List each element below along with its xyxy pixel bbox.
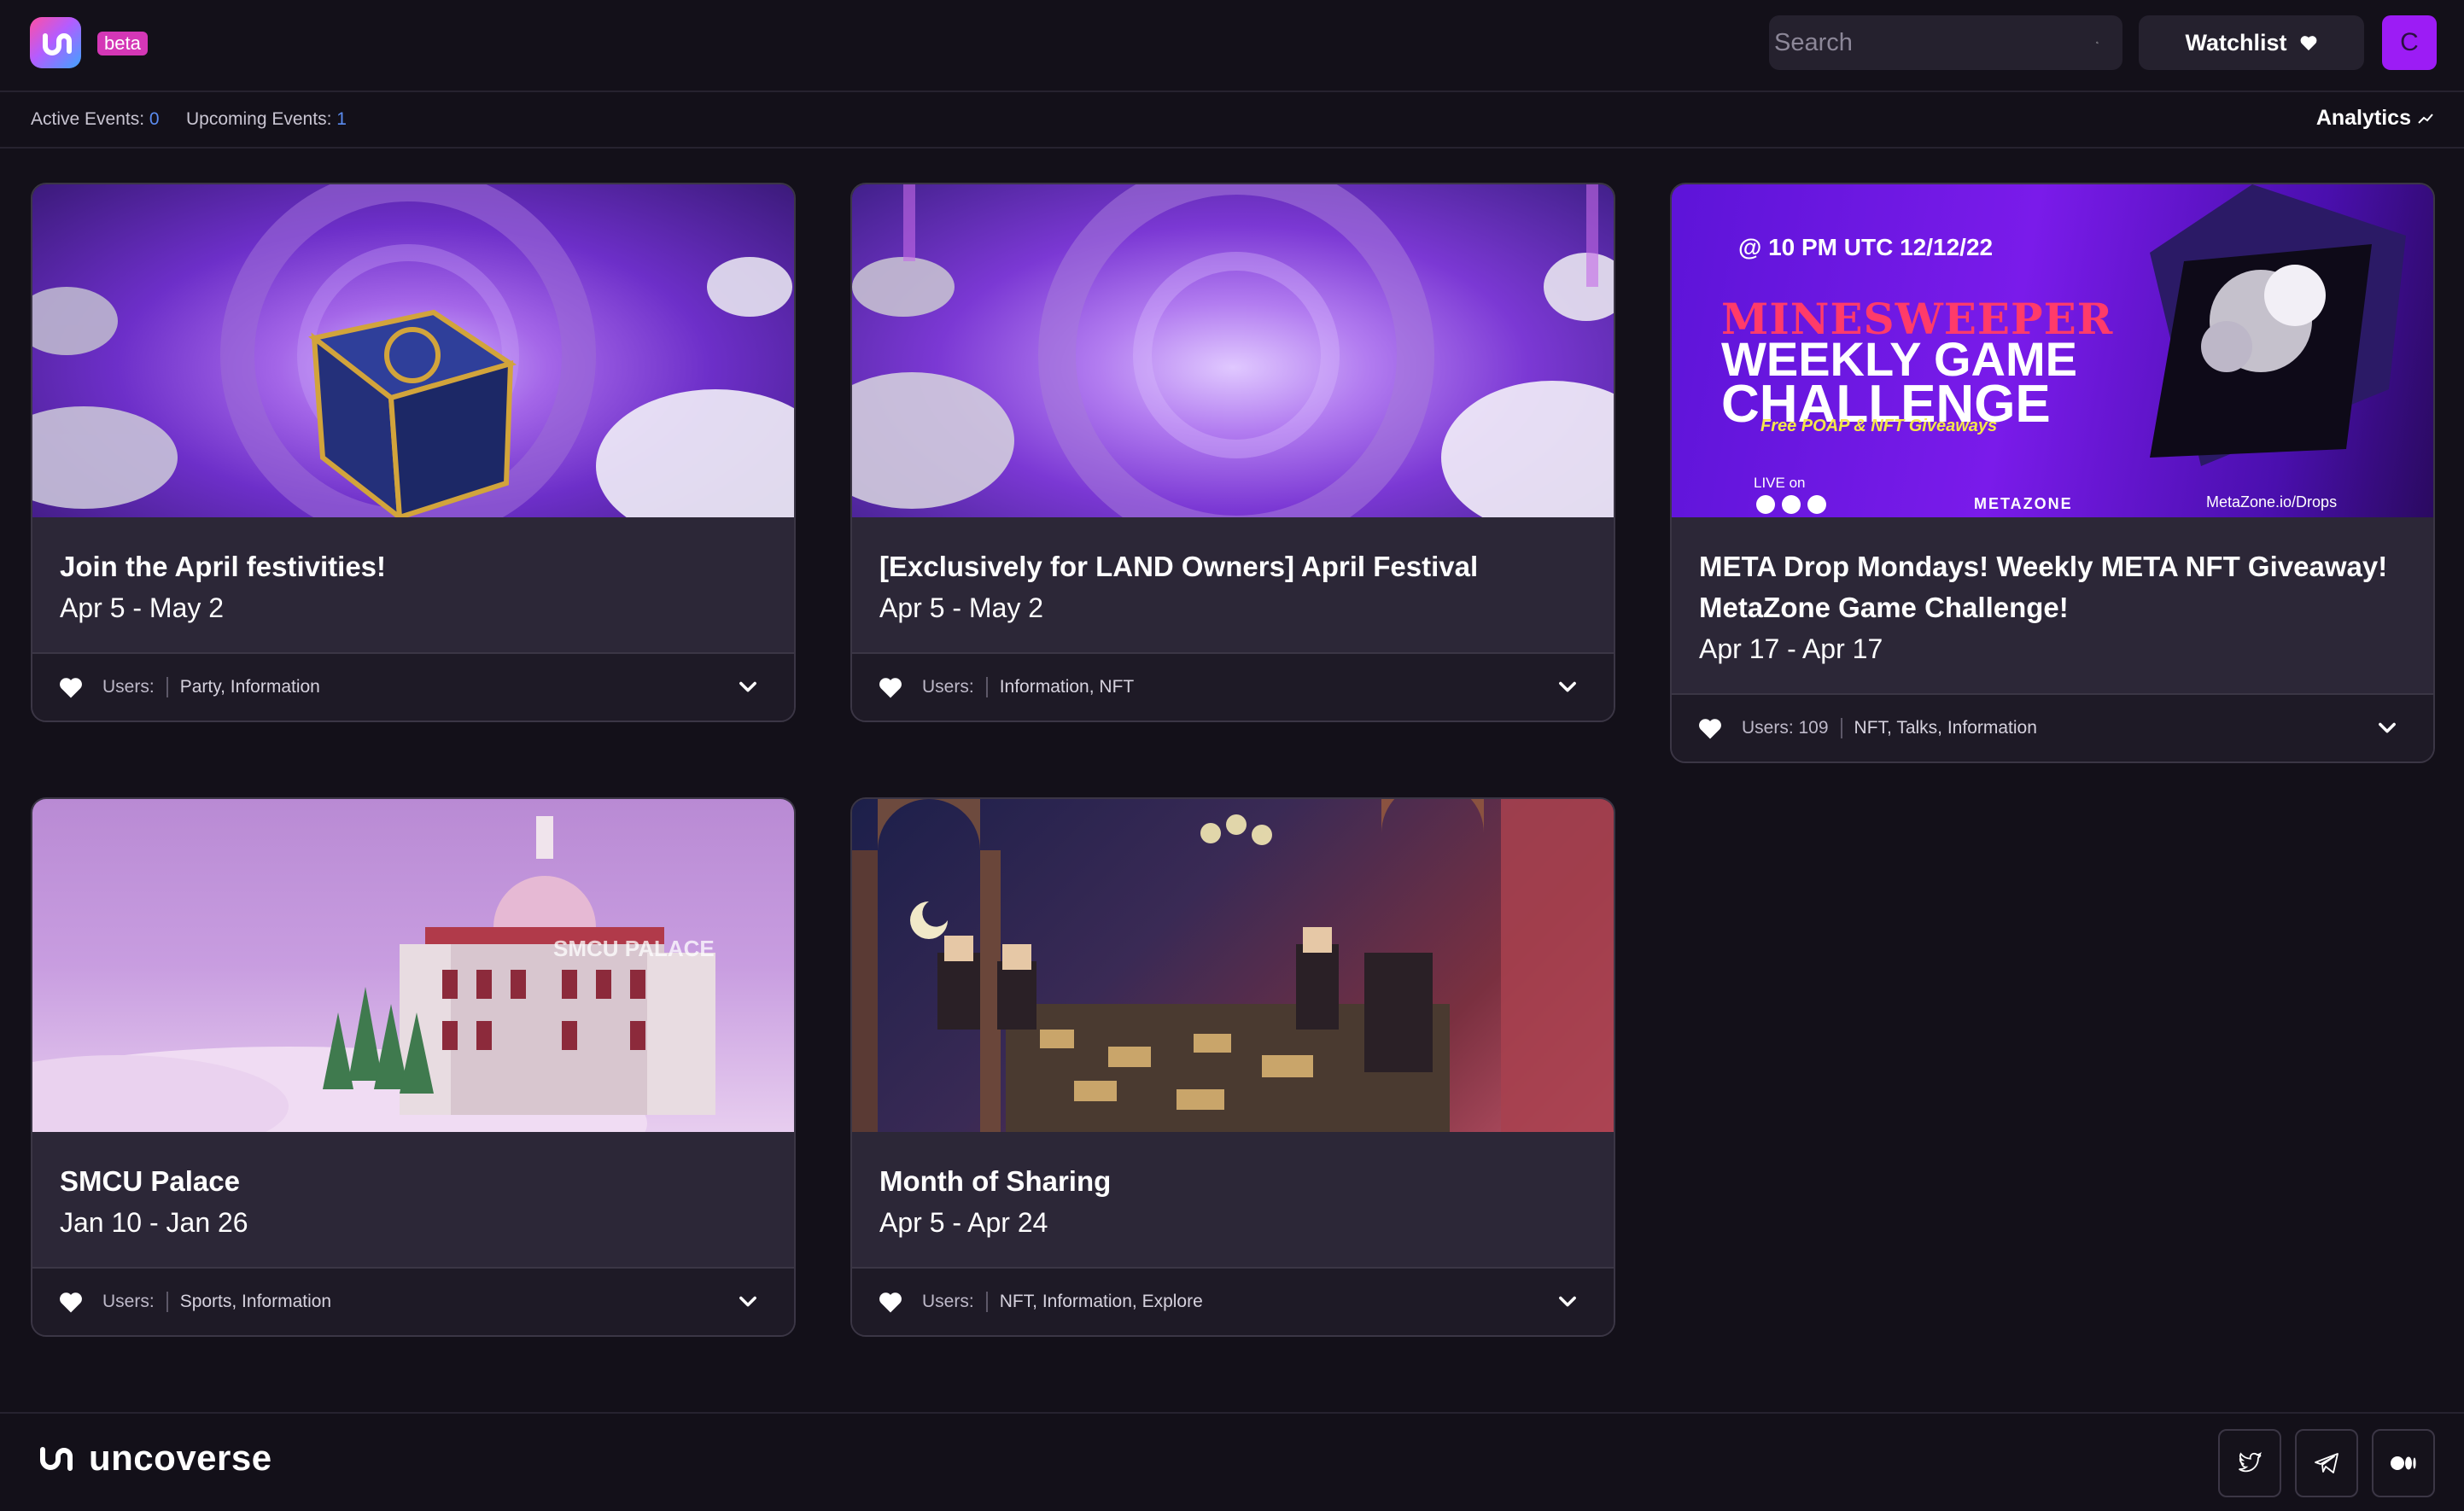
footer-brand[interactable]: uncoverse: [39, 1438, 272, 1479]
top-header: beta Watchlist C: [0, 0, 2464, 92]
watchlist-label: Watchlist: [2185, 29, 2287, 55]
event-footer: Users: Party, Information: [32, 652, 794, 720]
event-thumbnail[interactable]: SMCU PALACE: [32, 799, 794, 1132]
divider: [166, 1292, 168, 1312]
event-users: Users:: [922, 677, 974, 697]
divider: [985, 677, 988, 697]
chevron-down-icon[interactable]: [736, 1289, 760, 1313]
feast-hall-image: [852, 799, 1614, 1132]
event-dates: Apr 5 - May 2: [60, 592, 225, 623]
event-body: SMCU Palace Jan 10 - Jan 26: [32, 1132, 794, 1267]
medium-button[interactable]: [2372, 1429, 2435, 1497]
event-body: META Drop Mondays! Weekly META NFT Givea…: [1672, 517, 2433, 693]
search-icon[interactable]: [2096, 32, 2099, 54]
analytics-link[interactable]: Analytics: [2316, 106, 2433, 131]
palace-image: [32, 816, 715, 1132]
logo-icon: [43, 33, 72, 55]
banner-time: @ 10 PM UTC 12/12/22: [1738, 234, 1994, 260]
brand-name: uncoverse: [89, 1438, 272, 1478]
telegram-icon: [2315, 1453, 2338, 1473]
medium-icon: [2391, 1456, 2416, 1470]
banner-brand: METAZONE: [1974, 495, 2073, 512]
trend-icon: [2418, 113, 2433, 124]
chevron-down-icon[interactable]: [2375, 715, 2399, 739]
search-input[interactable]: [1774, 28, 2096, 57]
watchlist-button[interactable]: Watchlist: [2139, 15, 2364, 70]
event-footer: Users: 109 NFT, Talks, Information: [1672, 693, 2433, 761]
upcoming-events-label: Upcoming Events:: [186, 109, 332, 129]
event-title[interactable]: Month of Sharing: [879, 1161, 1586, 1202]
active-events-label: Active Events:: [31, 109, 145, 129]
twitter-button[interactable]: [2218, 1429, 2281, 1497]
event-body: [Exclusively for LAND Owners] April Fest…: [852, 517, 1614, 652]
event-card[interactable]: Join the April festivities! Apr 5 - May …: [31, 183, 796, 722]
event-card[interactable]: Month of Sharing Apr 5 - Apr 24 Users: N…: [850, 797, 1615, 1337]
event-users: Users:: [922, 1292, 974, 1311]
event-card[interactable]: [Exclusively for LAND Owners] April Fest…: [850, 183, 1615, 722]
chevron-down-icon[interactable]: [1556, 674, 1579, 698]
event-body: Join the April festivities! Apr 5 - May …: [32, 517, 794, 652]
event-title[interactable]: [Exclusively for LAND Owners] April Fest…: [879, 546, 1586, 587]
heart-icon[interactable]: [878, 1290, 903, 1314]
heart-icon: [2300, 36, 2316, 51]
events-stats-bar: Active Events: 0 Upcoming Events: 1 Anal…: [0, 92, 2464, 149]
beta-badge: beta: [97, 32, 148, 55]
event-tags: Sports, Information: [179, 1292, 332, 1311]
event-dates: Apr 5 - Apr 24: [879, 1207, 1048, 1238]
event-tags: NFT, Talks, Information: [1854, 718, 2037, 738]
event-thumbnail[interactable]: [32, 184, 794, 517]
upcoming-events-count: 1: [336, 109, 347, 129]
festival-portal-image: [852, 184, 1614, 517]
event-title[interactable]: SMCU Palace: [60, 1161, 767, 1202]
heart-icon[interactable]: [1697, 716, 1723, 740]
event-card[interactable]: @ 10 PM UTC 12/12/22 MINESWEEPER WEEKLY …: [1670, 183, 2435, 763]
event-users: Users:: [102, 1292, 155, 1311]
active-events-count: 0: [149, 109, 160, 129]
analytics-label: Analytics: [2315, 106, 2411, 130]
banner-sub: Free POAP & NFT Giveaways: [1760, 417, 1998, 435]
festival-portal-image: [32, 184, 794, 517]
heart-icon[interactable]: [878, 675, 903, 699]
twitter-icon: [2239, 1452, 2262, 1473]
user-avatar[interactable]: C: [2382, 15, 2437, 70]
palace-banner-text: SMCU PALACE: [553, 936, 715, 961]
brand-logo-icon: [40, 1447, 73, 1471]
telegram-button[interactable]: [2295, 1429, 2358, 1497]
event-tags: Information, NFT: [999, 677, 1135, 697]
event-title[interactable]: META Drop Mondays! Weekly META NFT Givea…: [1699, 546, 2406, 628]
app-logo[interactable]: [30, 17, 81, 68]
event-card[interactable]: SMCU PALACE SMCU Palace Jan 10 - Jan 26 …: [31, 797, 796, 1337]
chevron-down-icon[interactable]: [736, 674, 760, 698]
event-thumbnail[interactable]: @ 10 PM UTC 12/12/22 MINESWEEPER WEEKLY …: [1672, 184, 2433, 517]
active-events-stat: Active Events: 0: [31, 109, 160, 130]
page-footer: uncoverse: [0, 1412, 2464, 1511]
event-users: Users: 109: [1742, 718, 1829, 738]
banner-url: MetaZone.io/Drops: [2206, 493, 2338, 510]
event-footer: Users: NFT, Information, Explore: [852, 1267, 1614, 1335]
event-thumbnail[interactable]: [852, 184, 1614, 517]
upcoming-events-stat: Upcoming Events: 1: [186, 109, 347, 130]
search-box[interactable]: [1769, 15, 2122, 70]
event-thumbnail[interactable]: [852, 799, 1614, 1132]
chevron-down-icon[interactable]: [1556, 1289, 1579, 1313]
banner-live: LIVE on: [1754, 475, 1806, 491]
event-users: Users:: [102, 677, 155, 697]
divider: [166, 677, 168, 697]
event-dates: Apr 17 - Apr 17: [1699, 633, 1883, 664]
event-dates: Apr 5 - May 2: [879, 592, 1044, 623]
event-dates: Jan 10 - Jan 26: [60, 1207, 248, 1238]
event-footer: Users: Sports, Information: [32, 1267, 794, 1335]
heart-icon[interactable]: [58, 1290, 84, 1314]
heart-icon[interactable]: [58, 675, 84, 699]
event-title[interactable]: Join the April festivities!: [60, 546, 767, 587]
event-footer: Users: Information, NFT: [852, 652, 1614, 720]
divider: [1840, 718, 1842, 738]
event-tags: Party, Information: [179, 677, 320, 697]
event-body: Month of Sharing Apr 5 - Apr 24: [852, 1132, 1614, 1267]
event-tags: NFT, Information, Explore: [999, 1292, 1203, 1311]
divider: [985, 1292, 988, 1312]
